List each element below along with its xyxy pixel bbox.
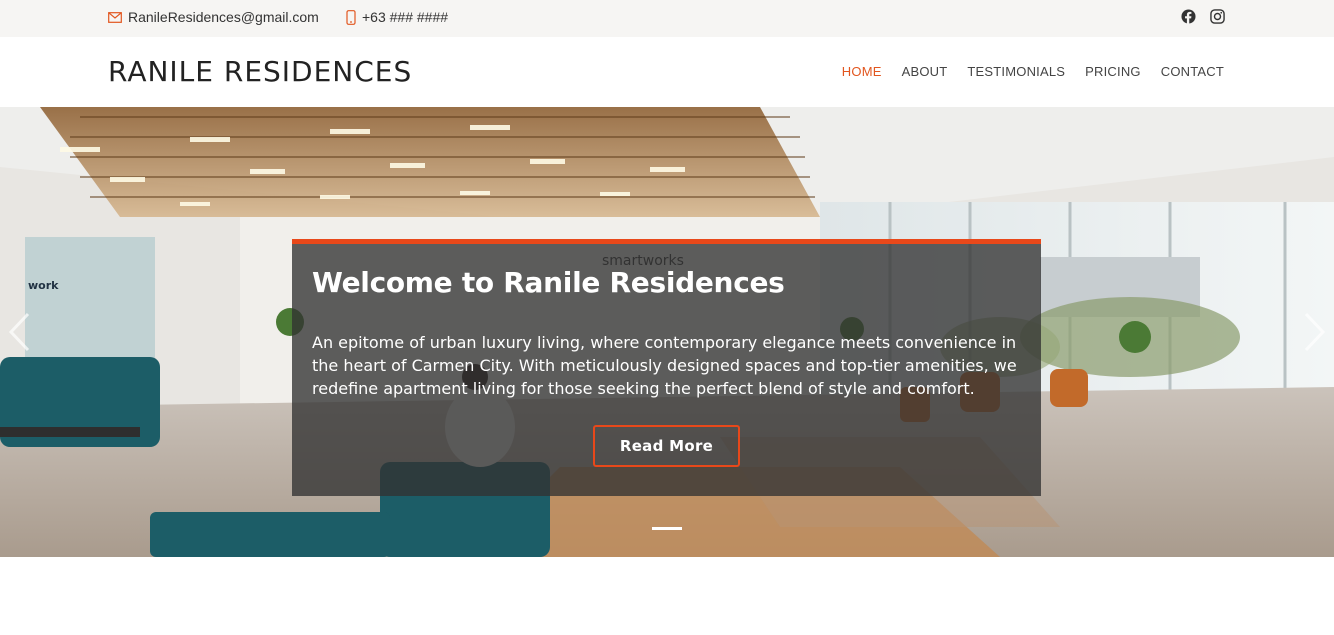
slide-indicator[interactable] <box>652 527 682 530</box>
read-more-button[interactable]: Read More <box>593 425 740 467</box>
instagram-icon <box>1210 9 1225 24</box>
top-bar: RanileResidences@gmail.com +63 ### #### <box>0 0 1334 37</box>
hero-caption: Welcome to Ranile Residences An epitome … <box>292 239 1041 496</box>
site-header: RANILE RESIDENCES HOME ABOUT TESTIMONIAL… <box>0 37 1334 107</box>
nav-pricing[interactable]: PRICING <box>1085 64 1141 79</box>
envelope-icon <box>108 11 122 23</box>
phone-text: +63 ### #### <box>362 9 449 25</box>
facebook-icon <box>1181 9 1196 24</box>
hero-title: Welcome to Ranile Residences <box>312 266 785 299</box>
chevron-right-icon <box>1304 312 1326 352</box>
nav-testimonials[interactable]: TESTIMONIALS <box>967 64 1065 79</box>
svg-text:work: work <box>28 279 59 292</box>
hero-slider: work smartworks Welcome <box>0 107 1334 557</box>
main-nav: HOME ABOUT TESTIMONIALS PRICING CONTACT <box>842 64 1224 79</box>
facebook-link[interactable] <box>1181 9 1196 24</box>
email-text: RanileResidences@gmail.com <box>128 9 319 25</box>
nav-contact[interactable]: CONTACT <box>1161 64 1224 79</box>
next-slide-button[interactable] <box>1304 312 1326 357</box>
phone-contact[interactable]: +63 ### #### <box>346 9 448 25</box>
nav-about[interactable]: ABOUT <box>902 64 948 79</box>
hero-description: An epitome of urban luxury living, where… <box>312 333 1017 398</box>
chevron-left-icon <box>8 312 30 352</box>
prev-slide-button[interactable] <box>8 312 30 357</box>
nav-home[interactable]: HOME <box>842 64 882 79</box>
site-logo[interactable]: RANILE RESIDENCES <box>108 55 412 88</box>
instagram-link[interactable] <box>1210 9 1225 24</box>
email-contact[interactable]: RanileResidences@gmail.com <box>108 9 319 25</box>
phone-icon <box>346 9 356 25</box>
